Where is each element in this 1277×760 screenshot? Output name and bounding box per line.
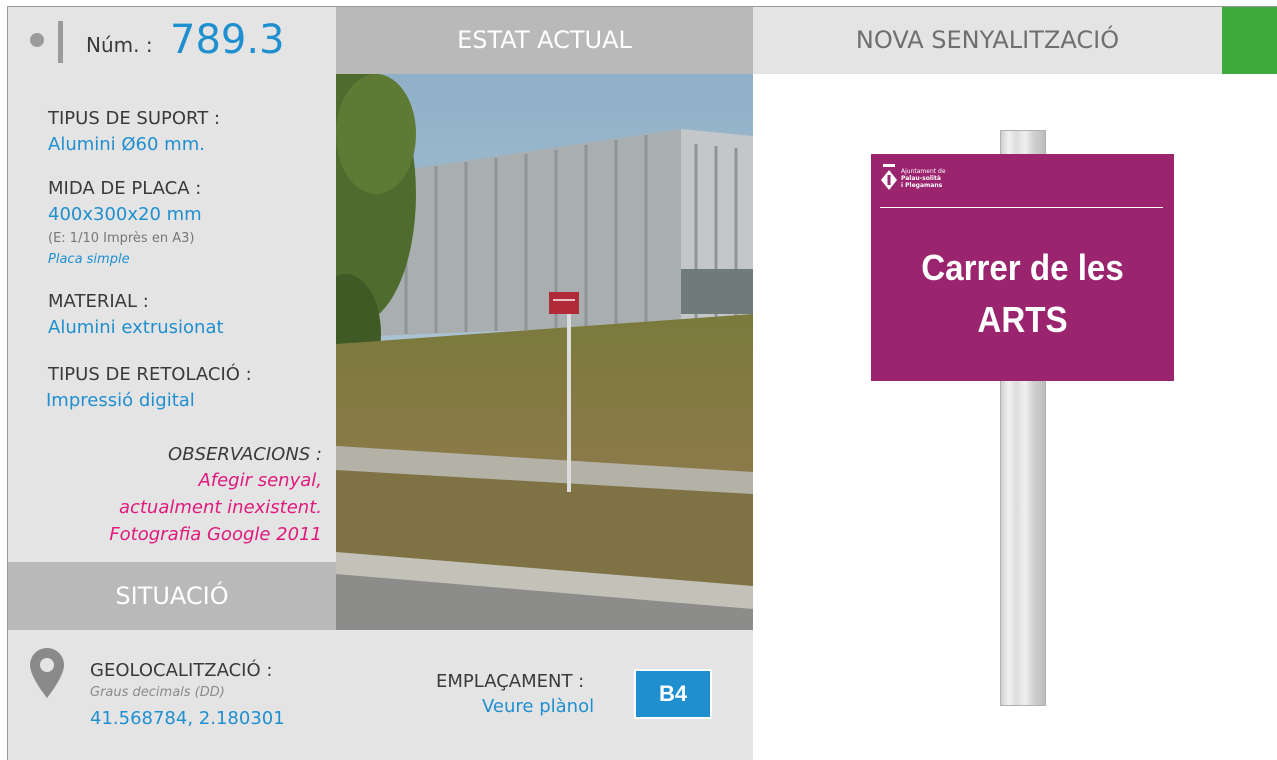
retolacio-label: TIPUS DE RETOLACIÓ : — [48, 364, 252, 385]
geolocalitzacio-format: Graus decimals (DD) — [90, 685, 225, 700]
street-sign-plate: Ajuntament de Palau-solità i Plegamans C… — [871, 154, 1174, 381]
observacions-label: OBSERVACIONS : — [168, 444, 322, 465]
geolocalitzacio-value: 41.568784, 2.180301 — [90, 708, 285, 729]
suport-label: TIPUS DE SUPORT : — [48, 108, 221, 129]
mida-value: 400x300x20 mm — [48, 204, 202, 225]
material-label: MATERIAL : — [48, 291, 149, 312]
mida-label: MIDA DE PLACA : — [48, 178, 202, 199]
specifications-panel: TIPUS DE SUPORT : Alumini Ø60 mm. MIDA D… — [8, 74, 336, 562]
retolacio-value: Impressió digital — [46, 390, 195, 411]
current-state-photo — [336, 74, 753, 630]
header-estat-actual: ESTAT ACTUAL — [336, 7, 753, 74]
geolocalitzacio-label: GEOLOCALITZACIÓ : — [90, 660, 273, 681]
location-panel: GEOLOCALITZACIÓ : Graus decimals (DD) 41… — [8, 630, 753, 760]
divider-bar-icon — [58, 21, 63, 63]
mida-type: Placa simple — [48, 252, 130, 267]
observacions-line: Afegir senyal, — [198, 470, 322, 491]
sign-sheet: Núm. : 789.3 ESTAT ACTUAL NOVA SENYALITZ… — [0, 0, 1277, 760]
emplacament-code-badge[interactable]: B4 — [636, 671, 710, 717]
municipality-line: Palau-solità — [901, 175, 941, 182]
municipality-line: i Plegamans — [901, 182, 943, 189]
plate-divider — [880, 207, 1163, 208]
municipality-name: Ajuntament de Palau-solità i Plegamans — [901, 168, 946, 189]
situacio-header: SITUACIÓ — [8, 562, 336, 630]
emplacament-label: EMPLAÇAMENT : — [436, 671, 585, 692]
street-name: Carrer de les ARTS — [883, 242, 1162, 346]
observacions-line: Fotografia Google 2011 — [109, 524, 322, 545]
header-nova-senyalitzacio: NOVA SENYALITZACIÓ — [753, 7, 1222, 74]
mida-scale: (E: 1/10 Imprès en A3) — [48, 231, 195, 246]
municipal-logo-icon — [881, 164, 897, 190]
status-green-block — [1222, 7, 1277, 74]
number-value: 789.3 — [170, 17, 285, 63]
observacions-line: actualment inexistent. — [118, 497, 322, 518]
number-label: Núm. : — [86, 33, 153, 57]
suport-value: Alumini Ø60 mm. — [48, 134, 205, 155]
street-name-line: Carrer de les — [921, 247, 1124, 288]
material-value: Alumini extrusionat — [48, 317, 224, 338]
street-name-line: ARTS — [977, 299, 1068, 340]
veure-planol-link[interactable]: Veure plànol — [482, 696, 594, 717]
municipality-line: Ajuntament de — [901, 168, 946, 175]
map-pin-icon — [30, 648, 64, 698]
bullet-dot-icon — [30, 33, 44, 47]
header-number-cell: Núm. : 789.3 — [8, 7, 336, 74]
